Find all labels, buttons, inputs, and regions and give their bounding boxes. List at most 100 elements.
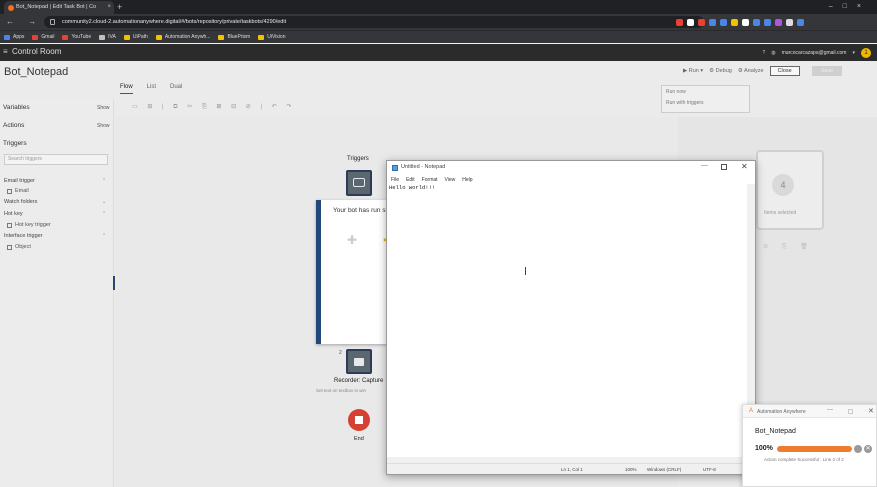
extension-icon[interactable] bbox=[731, 18, 738, 26]
category-interface-trigger[interactable]: Interface trigger bbox=[4, 233, 43, 239]
menu-view[interactable]: View bbox=[445, 177, 456, 183]
extension-icon[interactable] bbox=[720, 18, 727, 26]
new-tab-button[interactable]: + bbox=[117, 0, 122, 14]
run-now-item[interactable]: Run now bbox=[662, 86, 749, 97]
window-controls[interactable]: –□× bbox=[829, 0, 871, 14]
top-actions: ▶ Run ▾ ⚙ Debug ⚙ Analyze Close Save bbox=[683, 66, 843, 76]
minimize-button[interactable]: — bbox=[827, 407, 833, 413]
bookmark-icon bbox=[62, 34, 69, 40]
pause-icon[interactable] bbox=[854, 445, 862, 453]
search-triggers-input[interactable]: Search triggers bbox=[4, 154, 108, 165]
run-with-triggers-item[interactable]: Run with triggers bbox=[662, 97, 749, 108]
extension-icon[interactable] bbox=[687, 18, 694, 26]
notepad-window[interactable]: Untitled - Notepad — ✕ File Edit Format … bbox=[386, 160, 756, 475]
control-room-title: Control Room bbox=[12, 47, 62, 56]
panel-resize-handle[interactable] bbox=[113, 276, 115, 290]
chevron-down-icon[interactable]: ⌄ bbox=[102, 199, 106, 205]
menu-format[interactable]: Format bbox=[422, 177, 438, 183]
analyze-button[interactable]: ⚙ Analyze bbox=[738, 68, 764, 74]
video-camera-icon bbox=[354, 358, 364, 366]
close-icon[interactable]: ✕ bbox=[741, 162, 748, 171]
browser-tab[interactable]: Bot_Notepad | Edit Task Bot | Co × bbox=[4, 1, 114, 14]
bookmark-item[interactable]: YouTube bbox=[62, 34, 91, 40]
progress-fill bbox=[777, 446, 852, 452]
bookmark-item[interactable]: IVA bbox=[99, 34, 116, 40]
extension-icon[interactable] bbox=[676, 18, 683, 26]
chevron-up-icon[interactable]: ⌃ bbox=[102, 178, 106, 184]
save-button[interactable]: Save bbox=[811, 66, 843, 76]
extension-icon[interactable] bbox=[709, 18, 716, 26]
end-node[interactable] bbox=[348, 409, 370, 431]
step-number: 2 bbox=[339, 350, 342, 356]
bookmark-item[interactable]: BluePrism bbox=[218, 34, 250, 40]
email-icon bbox=[7, 188, 12, 194]
category-watch-folders[interactable]: Watch folders bbox=[4, 199, 37, 205]
extension-icon[interactable] bbox=[764, 18, 771, 26]
globe-icon[interactable]: ◍ bbox=[771, 50, 775, 56]
chevron-up-icon[interactable]: ⌃ bbox=[102, 233, 106, 239]
menu-help[interactable]: Help bbox=[462, 177, 472, 183]
stop-icon bbox=[355, 416, 363, 424]
recorder-node[interactable] bbox=[346, 349, 372, 374]
maximize-button[interactable] bbox=[721, 164, 727, 170]
extension-icon[interactable] bbox=[753, 18, 760, 26]
recorder-description: Set text on textbox in win bbox=[316, 388, 367, 393]
notepad-text-area[interactable]: Hello world!!! bbox=[389, 184, 435, 191]
close-button[interactable]: Close bbox=[769, 66, 800, 76]
notepad-statusbar: Ln 1, Col 1 100% Windows (CRLF) UTF-8 bbox=[387, 463, 755, 474]
bookmark-item[interactable]: Apps bbox=[4, 34, 24, 40]
extension-icons bbox=[676, 14, 804, 30]
actions-header[interactable]: Actions bbox=[3, 122, 24, 129]
address-bar[interactable]: community2.cloud-2.automationanywhere.di… bbox=[44, 16, 704, 28]
chevron-up-icon[interactable]: ⌃ bbox=[102, 211, 106, 217]
bookmark-item[interactable]: UiVision bbox=[258, 34, 285, 40]
trigger-item-object[interactable]: Object bbox=[7, 244, 31, 250]
extension-icon[interactable] bbox=[775, 18, 782, 26]
category-hot-key[interactable]: Hot key bbox=[4, 211, 23, 217]
bookmark-item[interactable]: UiPath bbox=[123, 34, 148, 40]
trigger-item-email[interactable]: Email bbox=[7, 188, 29, 194]
extension-icon[interactable] bbox=[797, 18, 804, 26]
bookmark-icon bbox=[258, 34, 265, 40]
variables-header[interactable]: Variables bbox=[3, 104, 30, 111]
selection-actions[interactable]: ⊘ ⎘ 🗑 bbox=[763, 243, 814, 251]
menu-file[interactable]: File bbox=[391, 177, 399, 183]
tab-list[interactable]: List bbox=[147, 84, 156, 94]
notification-badge[interactable]: 1 bbox=[861, 47, 871, 58]
encoding: UTF-8 bbox=[703, 467, 716, 472]
maximize-button[interactable] bbox=[848, 409, 853, 414]
run-button[interactable]: ▶ Run ▾ bbox=[683, 68, 703, 74]
category-email-trigger[interactable]: Email trigger bbox=[4, 178, 35, 184]
browser-tab-strip bbox=[0, 0, 877, 14]
tab-close-icon[interactable]: × bbox=[107, 1, 111, 14]
trigger-item-hot-key[interactable]: Hot key trigger bbox=[7, 222, 51, 228]
chevron-down-icon[interactable]: ▾ bbox=[852, 50, 855, 56]
bookmark-item[interactable]: Gmail bbox=[32, 34, 54, 40]
actions-show[interactable]: Show bbox=[97, 123, 110, 129]
help-icon[interactable]: ? bbox=[763, 50, 766, 56]
tab-dual[interactable]: Dual bbox=[170, 84, 182, 94]
variables-show[interactable]: Show bbox=[97, 105, 110, 111]
extension-icon[interactable] bbox=[786, 18, 793, 26]
tab-flow[interactable]: Flow bbox=[120, 84, 133, 94]
bookmark-item[interactable]: Automation Anywh... bbox=[155, 34, 210, 40]
triggers-label: Triggers bbox=[347, 156, 369, 162]
sparkle-icon: ✚ bbox=[347, 233, 358, 247]
hamburger-menu-icon[interactable]: ≡ bbox=[3, 48, 8, 56]
progress-percent: 100% bbox=[755, 445, 773, 452]
progress-bar bbox=[777, 446, 852, 452]
extension-icon[interactable] bbox=[742, 18, 749, 26]
minimize-button[interactable]: — bbox=[701, 162, 708, 169]
recorder-label: Recorder: Capture bbox=[334, 378, 384, 384]
user-email[interactable]: marcocarcazapa@gmail.com bbox=[782, 50, 847, 56]
bot-name: Bot_Notepad bbox=[4, 66, 69, 78]
trigger-node[interactable] bbox=[346, 170, 372, 196]
favicon-icon bbox=[8, 5, 14, 11]
editor-toolbar[interactable]: ▭ ⊞ | ⧉ ✂ ⎘ ⊠ ⊟ ⊘ | ↶ ↷ bbox=[132, 103, 295, 111]
stop-icon[interactable]: ✕ bbox=[864, 445, 872, 453]
extension-icon[interactable] bbox=[698, 18, 705, 26]
triggers-header[interactable]: Triggers bbox=[3, 140, 27, 147]
menu-edit[interactable]: Edit bbox=[406, 177, 415, 183]
debug-button[interactable]: ⚙ Debug bbox=[709, 68, 732, 74]
close-icon[interactable]: ✕ bbox=[868, 407, 874, 415]
